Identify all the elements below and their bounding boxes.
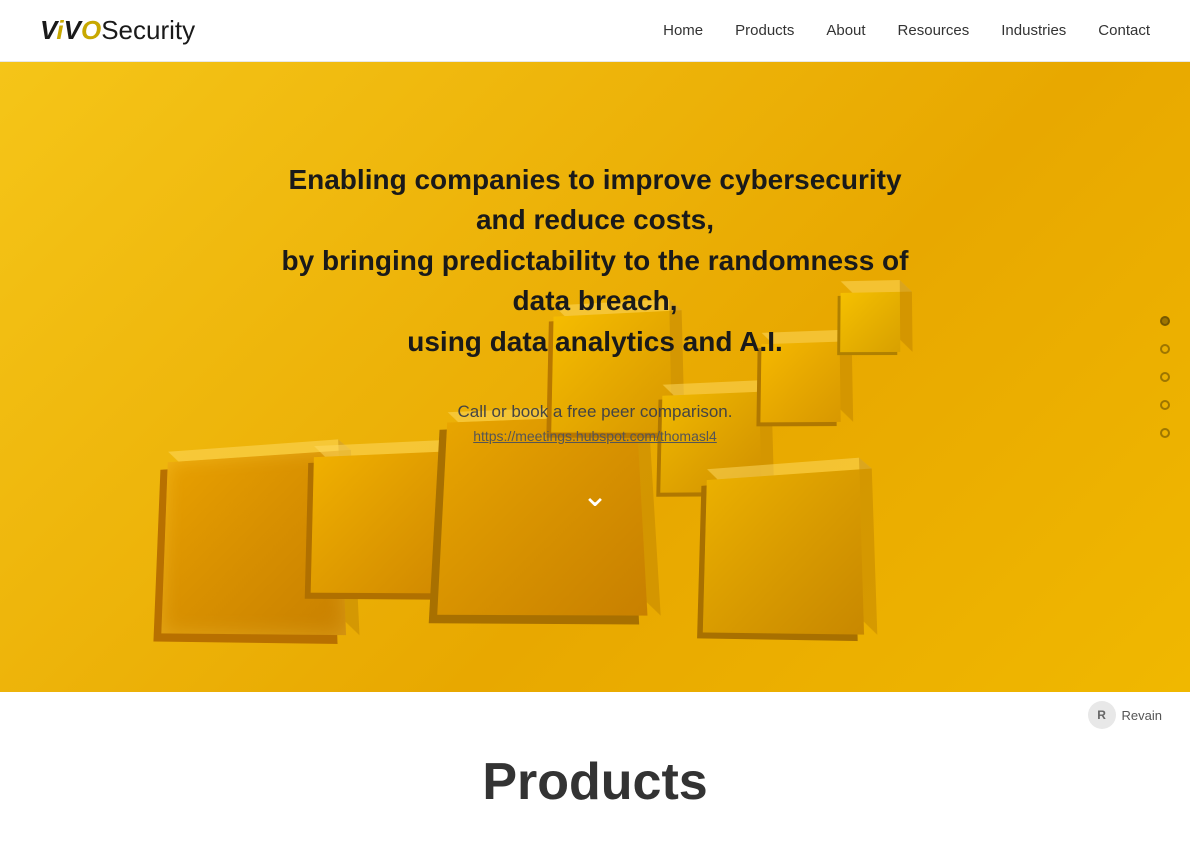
hero-section: Enabling companies to improve cybersecur… (0, 62, 1190, 692)
nav-links: Home Products About Resources Industries… (663, 22, 1150, 40)
scroll-dot-3[interactable] (1160, 372, 1170, 382)
nav-link-products[interactable]: Products (735, 22, 794, 39)
hero-chevron-icon[interactable]: ⌄ (265, 476, 925, 514)
nav-item-resources[interactable]: Resources (898, 22, 970, 40)
hero-headline: Enabling companies to improve cybersecur… (265, 160, 925, 363)
scroll-dot-4[interactable] (1160, 400, 1170, 410)
hero-cta: Call or book a free peer comparison. (265, 402, 925, 422)
nav-item-products[interactable]: Products (735, 22, 794, 40)
logo-o: O (81, 15, 101, 45)
nav-link-resources[interactable]: Resources (898, 22, 970, 39)
logo-v: V (40, 15, 56, 45)
nav-item-about[interactable]: About (826, 22, 865, 40)
logo-vivo: ViVO (40, 15, 101, 46)
nav-link-contact[interactable]: Contact (1098, 22, 1150, 39)
nav-item-contact[interactable]: Contact (1098, 22, 1150, 40)
scroll-dots (1160, 316, 1170, 438)
nav-item-home[interactable]: Home (663, 22, 703, 40)
scroll-dot-2[interactable] (1160, 344, 1170, 354)
nav-link-home[interactable]: Home (663, 22, 703, 39)
logo-v2: V (64, 15, 81, 45)
scroll-dot-5[interactable] (1160, 428, 1170, 438)
logo[interactable]: ViVO Security (40, 15, 195, 46)
hero-booking-link[interactable]: https://meetings.hubspot.com/thomasl4 (473, 428, 717, 444)
nav-link-about[interactable]: About (826, 22, 865, 39)
revain-label: Revain (1122, 708, 1162, 723)
nav-link-industries[interactable]: Industries (1001, 22, 1066, 39)
scroll-dot-1[interactable] (1160, 316, 1170, 326)
logo-i: i (56, 15, 63, 45)
nav-item-industries[interactable]: Industries (1001, 22, 1066, 40)
logo-security: Security (101, 15, 195, 46)
revain-badge: R Revain (1080, 697, 1170, 733)
products-title: Products (40, 752, 1150, 812)
products-section: Products (0, 692, 1190, 862)
hero-content: Enabling companies to improve cybersecur… (245, 160, 945, 515)
navbar: ViVO Security Home Products About Resour… (0, 0, 1190, 62)
revain-icon: R (1088, 701, 1116, 729)
